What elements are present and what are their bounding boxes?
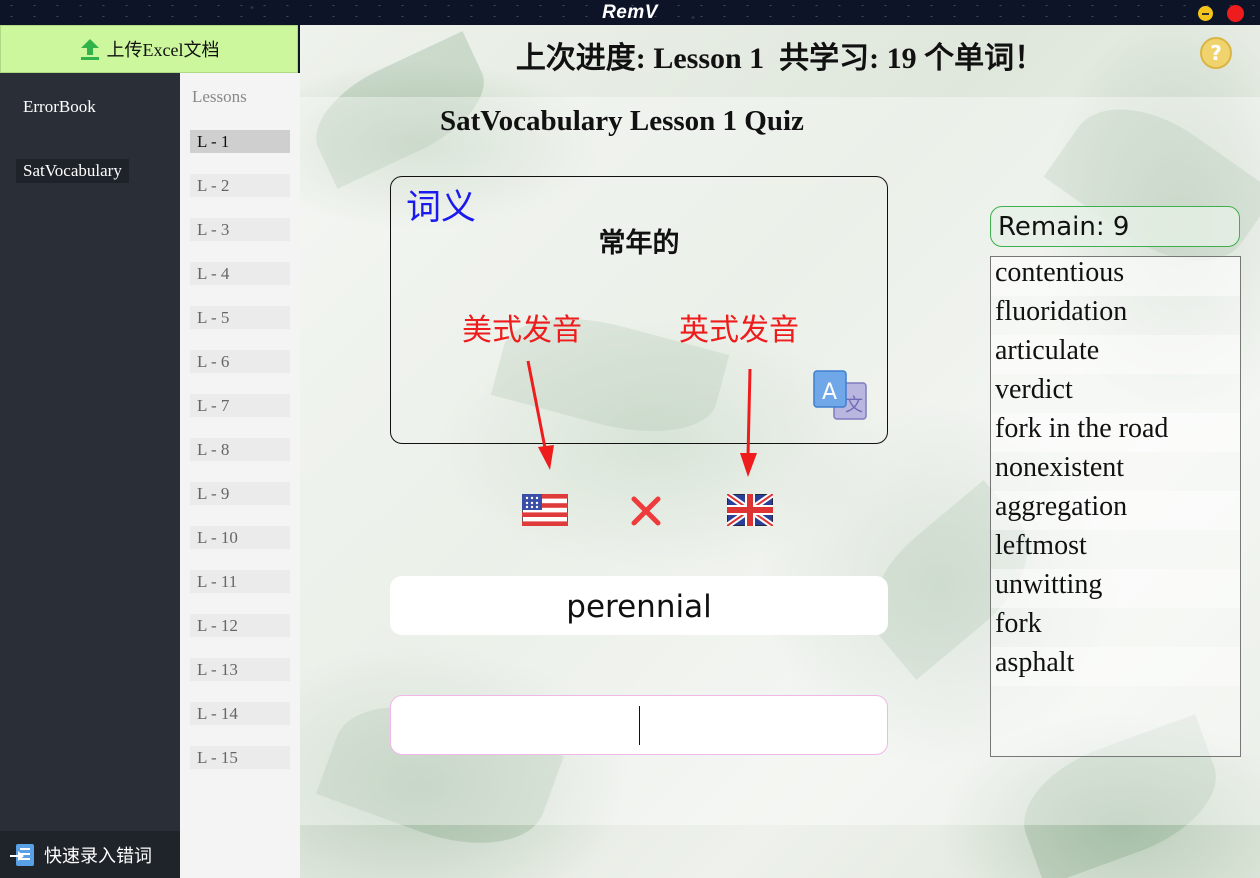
lesson-item[interactable]: L - 6 [190, 350, 290, 373]
quick-entry-icon [10, 842, 38, 868]
remain-counter: Remain: 9 [990, 206, 1240, 247]
annotation-uk-pronunciation: 英式发音 [679, 313, 799, 348]
lesson-item[interactable]: L - 1 [190, 130, 290, 153]
lessons-header: Lessons [192, 87, 247, 106]
upload-excel-button[interactable]: 上传Excel文档 [0, 25, 298, 73]
quiz-title: SatVocabulary Lesson 1 Quiz [440, 105, 804, 137]
translate-icon[interactable]: 文 A [812, 369, 868, 423]
lesson-item[interactable]: L - 12 [190, 614, 290, 637]
meaning-text: 常年的 [598, 228, 680, 259]
close-window-button[interactable] [1227, 5, 1244, 22]
lesson-item[interactable]: L - 8 [190, 438, 290, 461]
list-item[interactable]: verdict [991, 374, 1240, 413]
progress-banner: 上次进度: Lesson 1 共学习: 19 个单词！ [300, 33, 1260, 77]
list-item[interactable]: articulate [991, 335, 1240, 374]
list-item[interactable]: fluoridation [991, 296, 1240, 335]
text-caret [639, 706, 640, 745]
quick-entry-button[interactable]: 快速录入错词 [0, 831, 180, 878]
svg-text:A: A [822, 380, 837, 405]
upload-label: 上传Excel文档 [106, 40, 220, 60]
lesson-item[interactable]: L - 10 [190, 526, 290, 549]
answer-input[interactable] [390, 695, 888, 755]
lesson-item[interactable]: L - 9 [190, 482, 290, 505]
lesson-item[interactable]: L - 5 [190, 306, 290, 329]
annotation-us-pronunciation: 美式发音 [462, 313, 582, 348]
list-item[interactable]: contentious [991, 257, 1240, 296]
quick-entry-label: 快速录入错词 [44, 845, 152, 867]
lesson-item[interactable]: L - 15 [190, 746, 290, 769]
title-bar: RemV [0, 0, 1260, 25]
quiz-word-display: perennial [390, 576, 888, 635]
progress-prefix: 上次进度: [515, 42, 654, 75]
list-item[interactable]: asphalt [991, 647, 1240, 686]
help-icon[interactable]: ? [1200, 37, 1232, 69]
progress-mid: 共学习: [764, 42, 887, 75]
lesson-item[interactable]: L - 13 [190, 658, 290, 681]
sidebar-item-errorbook[interactable]: ErrorBook [23, 95, 96, 119]
list-item[interactable]: nonexistent [991, 452, 1240, 491]
lesson-item[interactable]: L - 14 [190, 702, 290, 725]
list-item[interactable]: aggregation [991, 491, 1240, 530]
remaining-word-list: contentious fluoridation articulate verd… [990, 256, 1241, 757]
lesson-item[interactable]: L - 2 [190, 174, 290, 197]
close-icon[interactable] [630, 495, 662, 527]
progress-count: 19 [886, 42, 917, 75]
lesson-item[interactable]: L - 7 [190, 394, 290, 417]
upload-icon [79, 37, 101, 61]
us-flag-icon[interactable] [521, 493, 569, 527]
progress-suffix: 个单词！ [916, 42, 1045, 75]
lesson-item[interactable]: L - 4 [190, 262, 290, 285]
lesson-item[interactable]: L - 3 [190, 218, 290, 241]
list-item[interactable]: leftmost [991, 530, 1240, 569]
annotation-arrow-uk [740, 368, 757, 477]
uk-flag-icon[interactable] [725, 491, 775, 529]
list-item[interactable]: fork [991, 608, 1240, 647]
app-title: RemV [602, 2, 658, 23]
list-item[interactable]: unwitting [991, 569, 1240, 608]
lessons-panel: Lessons L - 1 L - 2 L - 3 L - 4 L - 5 L … [180, 73, 300, 878]
list-item[interactable]: fork in the road [991, 413, 1240, 452]
lesson-item[interactable]: L - 11 [190, 570, 290, 593]
annotation-arrow-us [526, 360, 554, 470]
minimize-button[interactable] [1198, 6, 1213, 21]
sidebar: ErrorBook SatVocabulary [0, 25, 180, 878]
quiz-main-area: 上次进度: Lesson 1 共学习: 19 个单词！ ? SatVocabul… [300, 25, 1260, 878]
svg-text:文: 文 [845, 395, 863, 416]
sidebar-item-satvocabulary[interactable]: SatVocabulary [16, 159, 129, 183]
progress-lesson: Lesson 1 [653, 42, 765, 75]
